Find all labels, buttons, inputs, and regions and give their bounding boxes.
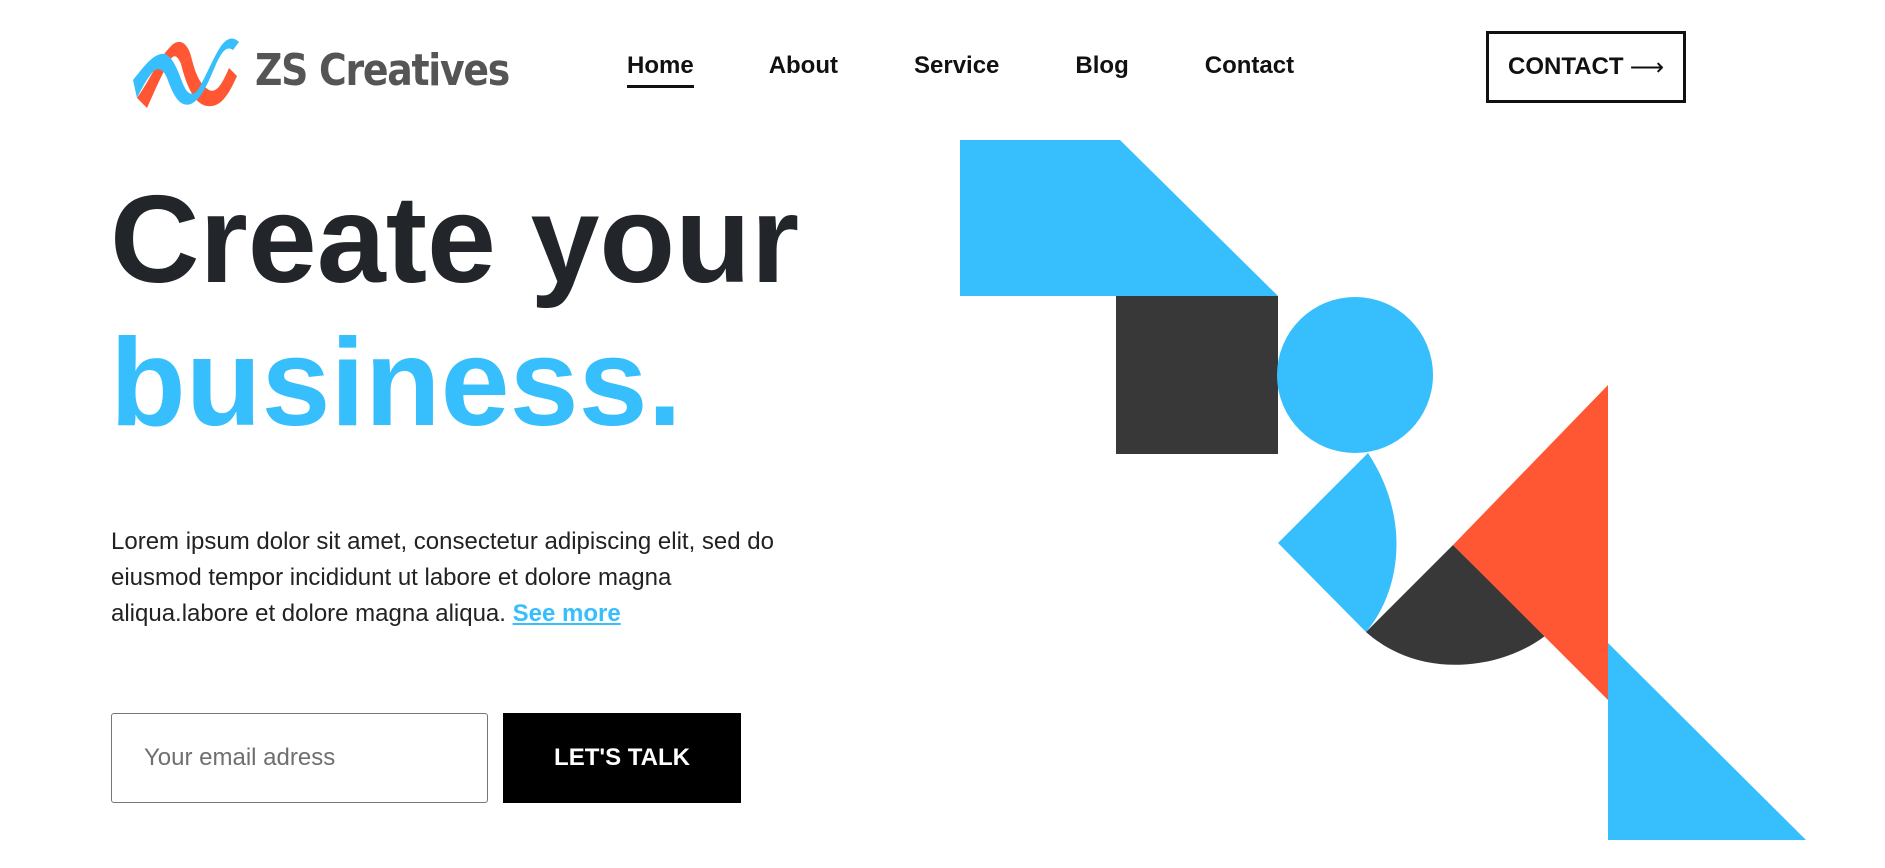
nav-item-contact[interactable]: Contact [1205,52,1294,86]
blue-circle-shape [1277,297,1433,453]
contact-button[interactable]: CONTACT ⟶ [1486,31,1686,103]
orange-triangle-shape [1453,385,1608,700]
arrow-right-icon: ⟶ [1629,53,1664,81]
dark-wedge-shape [1366,545,1545,665]
wave-logo-icon [133,38,239,109]
email-input[interactable] [111,713,488,803]
blue-triangle-shape [1608,643,1806,840]
brand-name: ZS Creatives [255,44,510,96]
contact-button-label: CONTACT [1508,53,1624,80]
hero-description-text: Lorem ipsum dolor sit amet, consectetur … [111,528,774,627]
blue-trapezoid-shape [960,140,1278,296]
landing-page: ZS Creatives Home About Service Blog Con… [0,0,1885,868]
brand-logo[interactable]: ZS Creatives [133,28,550,112]
main-nav: Home About Service Blog Contact [627,52,1294,88]
hero-headline-line1: Create your [110,171,800,309]
see-more-link[interactable]: See more [513,600,621,627]
lets-talk-button[interactable]: LET'S TALK [503,713,741,803]
nav-item-blog[interactable]: Blog [1075,52,1128,86]
blue-leaf-shape [1278,453,1397,632]
hero-headline-line2: business. [110,314,682,452]
hero-description: Lorem ipsum dolor sit amet, consectetur … [111,524,801,632]
nav-item-about[interactable]: About [769,52,838,86]
dark-square-shape [1116,296,1278,454]
nav-item-service[interactable]: Service [914,52,999,86]
nav-item-home[interactable]: Home [627,52,694,88]
